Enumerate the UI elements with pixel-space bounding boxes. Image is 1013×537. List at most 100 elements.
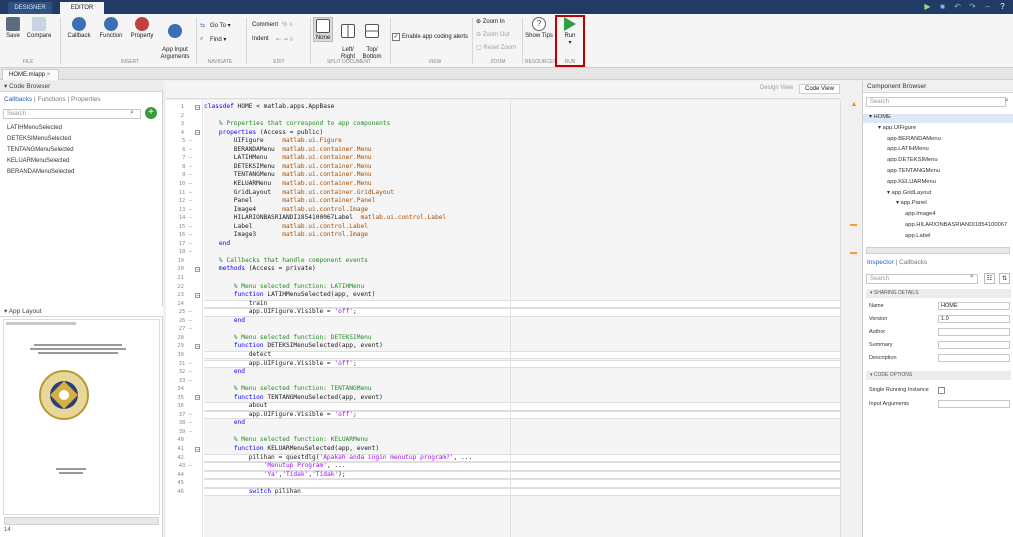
code-line[interactable]: end	[204, 317, 245, 326]
input-arguments-field[interactable]	[938, 400, 1010, 408]
code-line[interactable]: app.UIFigure.Visible = 'off';	[204, 411, 357, 420]
code-browser-header[interactable]: ▾ Code Browser	[0, 81, 163, 92]
list-item[interactable]: LATIHMenuSelected	[7, 125, 62, 131]
zoom-out-button[interactable]: ⊖ Zoom Out	[476, 31, 509, 38]
list-item[interactable]: DETEKSIMenuSelected	[7, 136, 71, 142]
tab-callbacks[interactable]: Callbacks	[899, 259, 927, 266]
code-editor[interactable]: 1−2 3 4−5 –6 –7 –8 –9 –10 –11 –12 –13 –14 …	[166, 100, 840, 537]
code-line[interactable]: % Properties that correspond to app comp…	[204, 120, 390, 129]
callback-button[interactable]: Callback	[64, 17, 94, 39]
split-none-button[interactable]: None	[313, 17, 333, 42]
property-field[interactable]: 1.0	[938, 315, 1010, 323]
code-line[interactable]: end	[204, 368, 245, 377]
inspector-search-input[interactable]: Search	[866, 274, 978, 284]
compare-button[interactable]: Compare	[24, 17, 54, 39]
tree-node[interactable]: app.TENTANGMenu	[887, 168, 940, 174]
run-dropdown-icon[interactable]: ▾	[568, 40, 571, 46]
fold-toggle-icon[interactable]: −	[195, 343, 200, 349]
run-icon[interactable]: ▶	[923, 2, 932, 11]
warning-marker[interactable]	[850, 224, 857, 226]
code-line[interactable]: % Menu selected function: KELUARMenu	[204, 436, 368, 445]
code-view-button[interactable]: Code View	[799, 84, 840, 94]
indent-button[interactable]: Indent	[252, 36, 269, 42]
tab-functions[interactable]: Functions	[38, 96, 66, 103]
warning-marker[interactable]	[850, 252, 857, 254]
code-line[interactable]: Label matlab.ui.control.Label	[204, 223, 368, 232]
minimize-icon[interactable]: –	[983, 2, 992, 11]
code-line[interactable]: 'Menutup Program', ...	[204, 462, 346, 471]
code-line[interactable]: about	[204, 402, 268, 411]
editor-vertical-scrollbar[interactable]	[840, 100, 848, 537]
code-line[interactable]: methods (Access = private)	[204, 265, 316, 274]
close-icon[interactable]: ×	[47, 72, 51, 78]
code-line[interactable]: % Menu selected function: DETEKSIMenu	[204, 334, 372, 343]
code-line[interactable]: Image3 matlab.ui.control.Image	[204, 231, 368, 240]
code-line[interactable]: Image4 matlab.ui.control.Image	[204, 206, 368, 215]
help-icon[interactable]: ?	[998, 2, 1007, 11]
tree-node[interactable]: app.LATIHMenu	[887, 146, 929, 152]
zoom-in-button[interactable]: ⊕ Zoom In	[476, 18, 505, 25]
tab-callbacks[interactable]: Callbacks	[4, 96, 32, 103]
tab-properties[interactable]: Properties	[71, 96, 101, 103]
app-input-arguments-button[interactable]: App Input Arguments	[158, 17, 192, 61]
code-line[interactable]: switch pilihan	[204, 488, 301, 497]
show-tips-button[interactable]: ? Show Tips	[525, 17, 553, 39]
tab-inspector[interactable]: Inspector	[867, 259, 894, 266]
property-field[interactable]	[938, 328, 1010, 336]
code-line[interactable]: HILARIONBASRIANDI1854100067Label matlab.…	[204, 214, 446, 223]
tree-node[interactable]: ▾ app.Panel	[896, 200, 927, 206]
tree-node[interactable]: app.KELUARMenu	[887, 179, 936, 185]
code-line[interactable]: properties (Access = public)	[204, 129, 323, 138]
single-running-instance-checkbox[interactable]	[938, 387, 945, 394]
fold-toggle-icon[interactable]: −	[195, 266, 200, 272]
reset-zoom-button[interactable]: ▢ Reset Zoom	[476, 44, 516, 51]
code-line[interactable]: function KELUARMenuSelected(app, event)	[204, 445, 379, 454]
split-top-bottom-button[interactable]: Top/ Bottom	[361, 17, 383, 61]
property-field[interactable]	[938, 354, 1010, 362]
tree-node[interactable]: app.DETEKSIMenu	[887, 157, 938, 163]
add-callback-icon[interactable]: +	[145, 107, 157, 119]
section-code-options[interactable]: ▾ CODE OPTIONS	[866, 371, 1011, 380]
tab-editor[interactable]: EDITOR	[60, 2, 104, 14]
property-field[interactable]	[938, 341, 1010, 349]
find-button[interactable]: Find ▾	[210, 36, 226, 43]
code-line[interactable]: end	[204, 419, 245, 428]
property-field[interactable]: HOME	[938, 302, 1010, 310]
editable-code-row[interactable]	[204, 299, 840, 309]
code-line[interactable]: % Callbacks that handle component events	[204, 257, 368, 266]
code-line[interactable]: detect	[204, 351, 271, 360]
property-button[interactable]: Property	[127, 17, 157, 39]
code-line[interactable]: function DETEKSIMenuSelected(app, event)	[204, 342, 383, 351]
fold-toggle-icon[interactable]: −	[195, 395, 200, 401]
coding-alerts-checkbox[interactable]: ✓	[392, 33, 400, 41]
code-line[interactable]: % Menu selected function: LATIHMenu	[204, 283, 364, 292]
tree-node[interactable]: ▾ app.GridLayout	[887, 190, 931, 196]
list-item[interactable]: BERANDAMenuSelected	[7, 169, 74, 175]
editable-code-row[interactable]	[204, 479, 840, 488]
code-line[interactable]: app.UIFigure.Visible = 'off';	[204, 360, 357, 369]
app-layout-header[interactable]: ▾ App Layout	[0, 306, 163, 317]
warning-icon[interactable]: ▲	[850, 101, 858, 109]
redo-icon[interactable]: ↷	[968, 2, 977, 11]
editable-code-row[interactable]	[204, 402, 840, 411]
horizontal-scrollbar[interactable]	[4, 517, 159, 525]
code-line[interactable]: DETEKSIMenu matlab.ui.container.Menu	[204, 163, 372, 172]
run-button[interactable]: Run ▾	[558, 17, 582, 46]
save-button[interactable]: Save	[4, 17, 22, 39]
component-search-input[interactable]: Search	[866, 97, 1006, 107]
code-browser-search-input[interactable]: Search	[3, 109, 141, 119]
code-line[interactable]: LATIHMenu matlab.ui.container.Menu	[204, 154, 372, 163]
tree-node[interactable]: ▾ HOME	[869, 114, 891, 120]
code-line[interactable]: pilihan = questdlg('Apakah anda ingin me…	[204, 454, 473, 463]
fold-toggle-icon[interactable]: −	[195, 292, 200, 298]
list-item[interactable]: TENTANGMenuSelected	[7, 147, 74, 153]
section-sharing-details[interactable]: ▾ SHARING DETAILS	[866, 289, 1011, 298]
tree-node[interactable]: app.Label	[905, 233, 930, 239]
code-line[interactable]: 'Ya','Tidak','Tidak');	[204, 471, 346, 480]
fold-toggle-icon[interactable]: −	[195, 130, 200, 136]
code-line[interactable]: TENTANGMenu matlab.ui.container.Menu	[204, 171, 372, 180]
code-line[interactable]: KELUARMenu matlab.ui.container.Menu	[204, 180, 372, 189]
code-line[interactable]: function LATIHMenuSelected(app, event)	[204, 291, 376, 300]
code-line[interactable]: % Menu selected function: TENTANGMenu	[204, 385, 372, 394]
list-item[interactable]: KELUARMenuSelected	[7, 158, 69, 164]
